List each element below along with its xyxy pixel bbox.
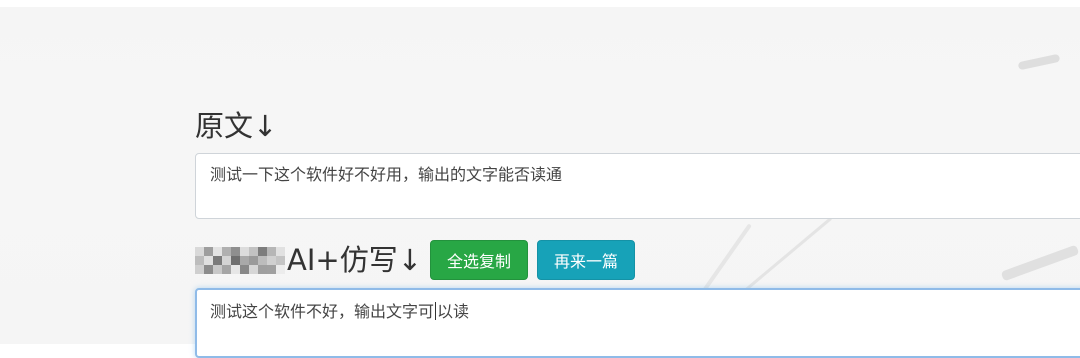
original-title: 原文↓ (195, 109, 278, 143)
regenerate-button[interactable]: 再来一篇 (537, 240, 635, 280)
rewrite-textarea[interactable]: 测试这个软件不好，输出文字可 以读 (195, 288, 1080, 358)
pixelated-logo (195, 245, 285, 275)
rewrite-title: AI+仿写↓ (287, 242, 422, 277)
original-textarea[interactable]: 测试一下这个软件好不好用，输出的文字能否读通 (195, 153, 1080, 219)
top-edge (0, 0, 1080, 7)
background-decoration (1000, 244, 1080, 282)
original-text: 测试一下这个软件好不好用，输出的文字能否读通 (210, 165, 563, 184)
rewrite-text-before-caret: 测试这个软件不好，输出文字可 (210, 302, 435, 321)
text-caret (435, 302, 437, 320)
select-all-copy-button[interactable]: 全选复制 (430, 240, 528, 280)
rewrite-text-after-caret: 以读 (437, 302, 470, 321)
background-decoration (1017, 53, 1061, 71)
rewrite-header: AI+仿写↓ 全选复制 再来一篇 (195, 238, 635, 282)
